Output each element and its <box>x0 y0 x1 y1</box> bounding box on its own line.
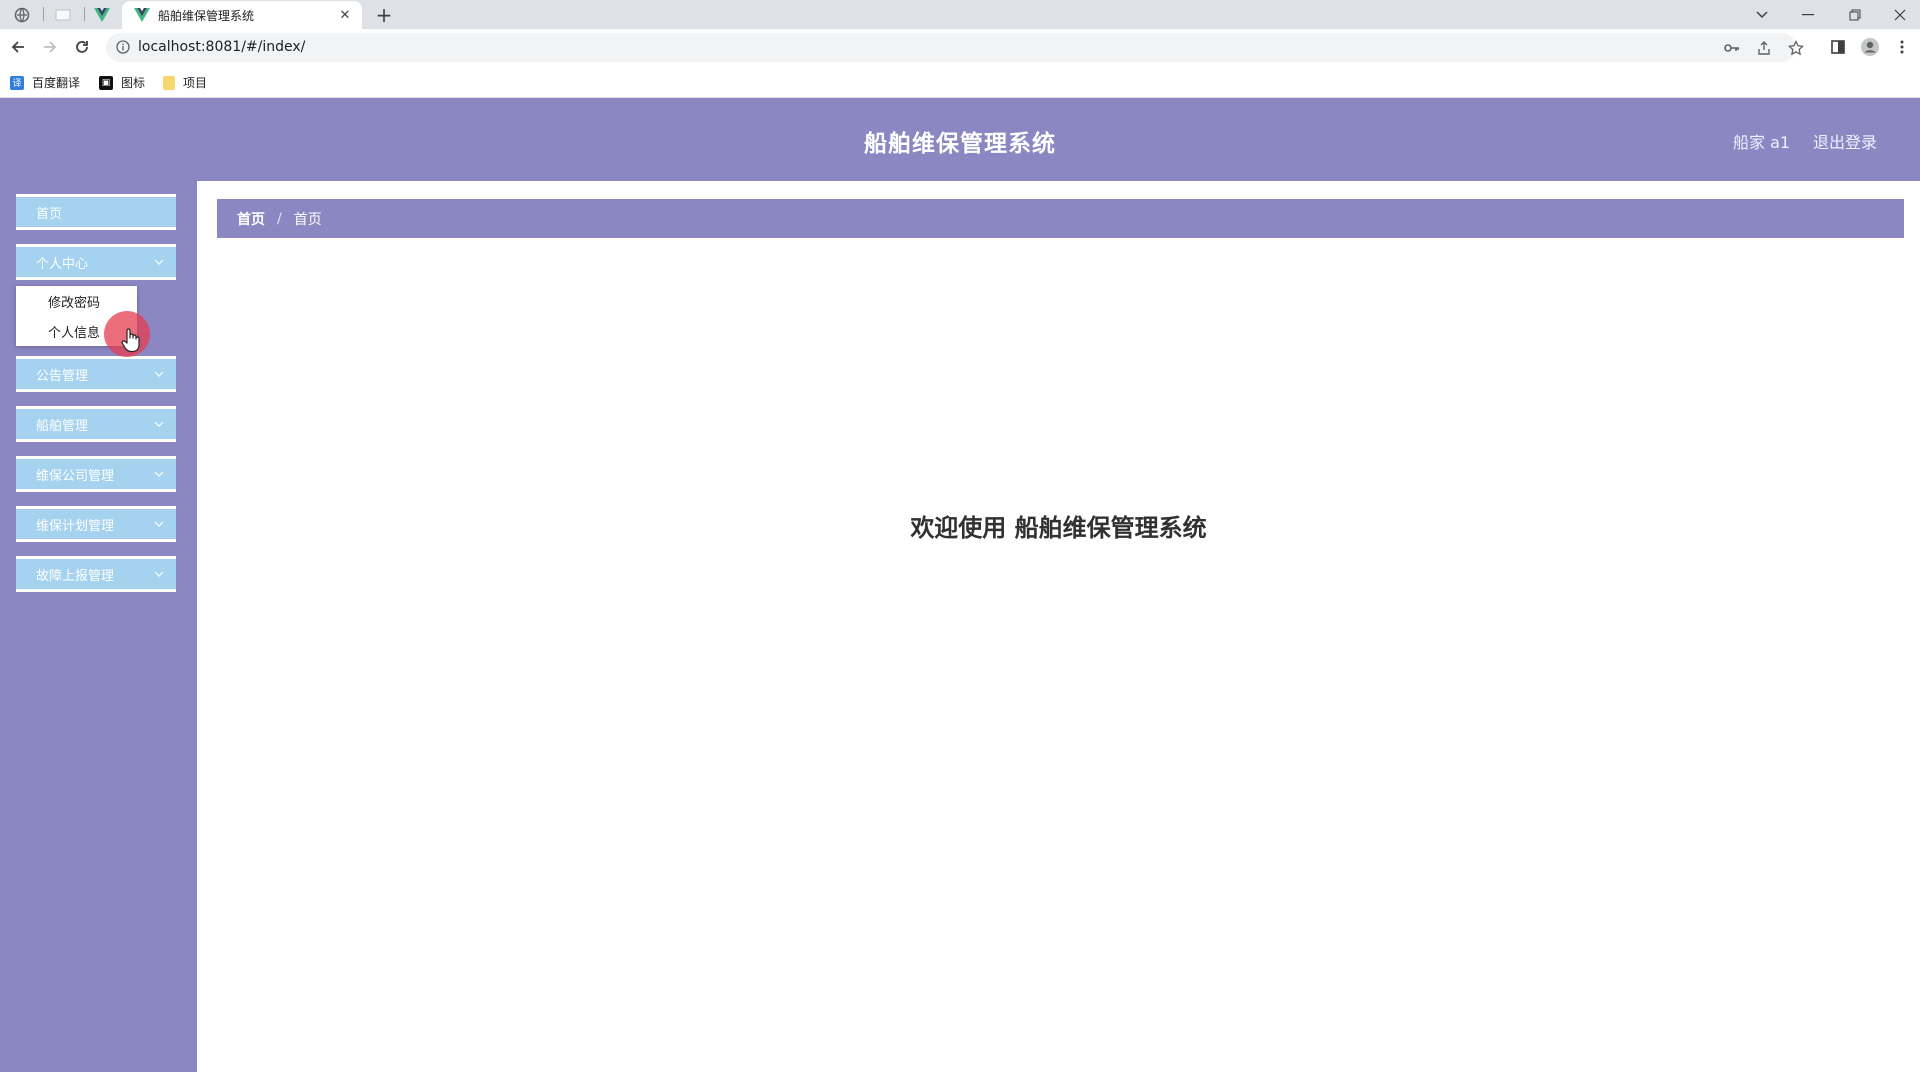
bookmark-label: 项目 <box>183 76 208 90</box>
sidebar-item-personal-center[interactable]: 个人中心 <box>16 244 176 280</box>
hand-pointer-icon <box>121 328 140 353</box>
bookmark-label: 百度翻译 <box>32 76 81 90</box>
minimize-icon[interactable] <box>1788 0 1828 29</box>
info-icon[interactable] <box>116 40 130 54</box>
translate-icon: 译 <box>10 75 24 90</box>
close-window-icon[interactable] <box>1880 0 1920 29</box>
vue-logo-icon <box>94 8 110 22</box>
sidebar-item-maintenance-plans[interactable]: 维保计划管理 <box>16 506 176 542</box>
folder-icon <box>163 75 175 90</box>
reload-icon[interactable] <box>70 35 94 59</box>
pinned-tab-vue[interactable] <box>85 3 119 27</box>
bookmarks-bar: 译 百度翻译 ▣ 图标 项目 <box>0 66 1920 98</box>
pinned-tab-globe[interactable] <box>5 3 39 27</box>
chevron-down-icon <box>154 421 164 427</box>
app-title: 船舶维保管理系统 <box>864 131 1056 157</box>
bookmark-project[interactable]: 项目 <box>163 74 207 91</box>
chevron-down-icon <box>154 471 164 477</box>
new-tab-icon[interactable]: + <box>372 3 396 27</box>
url-text: localhost:8081/#/index/ <box>138 39 306 55</box>
kebab-menu-icon[interactable] <box>1890 35 1914 59</box>
submenu-personal-info[interactable]: 个人信息 <box>48 322 100 341</box>
sidebar-item-label: 故障上报管理 <box>36 568 115 584</box>
chevron-down-icon <box>154 521 164 527</box>
sidebar-item-label: 维保公司管理 <box>36 468 115 484</box>
tab-title: 船舶维保管理系统 <box>158 8 255 23</box>
address-toolbar: localhost:8081/#/index/ <box>0 29 1920 66</box>
pinned-tab-blank[interactable] <box>46 3 80 27</box>
share-icon[interactable] <box>1754 38 1774 58</box>
browser-tab-bar: 船舶维保管理系统 ✕ + <box>0 0 1920 29</box>
breadcrumb-item-home[interactable]: 首页 <box>237 209 265 229</box>
back-arrow-icon[interactable] <box>6 35 30 59</box>
profile-avatar-icon[interactable] <box>1858 35 1882 59</box>
sidebar-item-fault-reports[interactable]: 故障上报管理 <box>16 556 176 592</box>
sidebar-item-label: 公告管理 <box>36 368 89 384</box>
restore-icon[interactable] <box>1835 0 1875 29</box>
breadcrumb: 首页 / 首页 <box>217 199 1904 238</box>
bookmark-star-icon[interactable] <box>1786 38 1806 58</box>
chevron-down-icon <box>154 571 164 577</box>
image-icon: ▣ <box>99 75 113 90</box>
vue-logo-icon <box>134 7 150 23</box>
sidebar-item-maintenance-companies[interactable]: 维保公司管理 <box>16 456 176 492</box>
logout-button[interactable]: 退出登录 <box>1813 129 1877 153</box>
side-panel-icon[interactable] <box>1826 35 1850 59</box>
forward-arrow-icon[interactable] <box>38 35 62 59</box>
sidebar-item-label: 个人中心 <box>36 256 89 272</box>
address-bar[interactable]: localhost:8081/#/index/ <box>106 33 1804 62</box>
bookmark-icons[interactable]: ▣ 图标 <box>99 74 145 91</box>
current-user: 船家 a1 <box>1733 133 1791 152</box>
app-header: 船舶维保管理系统 船家 a1 退出登录 <box>0 98 1920 181</box>
tab-close-icon[interactable]: ✕ <box>336 6 354 24</box>
sidebar-item-label: 首页 <box>36 206 63 222</box>
bookmark-baidu-translate[interactable]: 译 百度翻译 <box>10 74 80 91</box>
sidebar-item-label: 维保计划管理 <box>36 518 115 534</box>
sidebar-item-ships[interactable]: 船舶管理 <box>16 406 176 442</box>
bookmark-label: 图标 <box>121 76 146 90</box>
chevron-down-icon <box>154 259 164 265</box>
sidebar-item-label: 船舶管理 <box>36 418 89 434</box>
key-icon[interactable] <box>1722 38 1742 58</box>
submenu-change-password[interactable]: 修改密码 <box>48 292 100 311</box>
tab-separator <box>43 7 44 21</box>
page-icon <box>55 9 71 21</box>
welcome-message: 欢迎使用 船舶维保管理系统 <box>910 514 1207 542</box>
chevron-down-icon <box>154 371 164 377</box>
sidebar-item-announcements[interactable]: 公告管理 <box>16 356 176 392</box>
breadcrumb-item-current: 首页 <box>293 211 322 228</box>
tab-search-icon[interactable] <box>1742 0 1782 29</box>
globe-icon <box>14 7 30 23</box>
tab-active[interactable]: 船舶维保管理系统 ✕ <box>122 1 362 29</box>
breadcrumb-separator: / <box>277 210 282 227</box>
sidebar-item-home[interactable]: 首页 <box>16 194 176 230</box>
